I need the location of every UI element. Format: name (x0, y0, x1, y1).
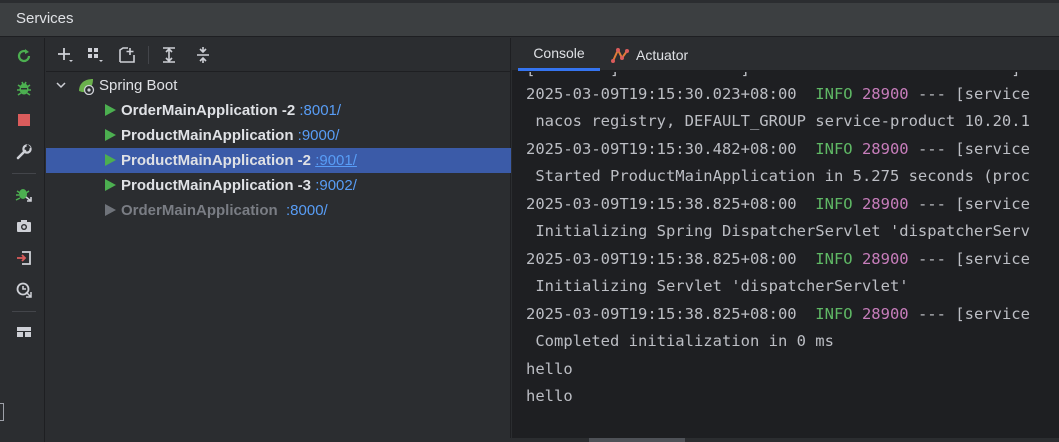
log-line: hello (526, 360, 573, 378)
log-line: hello (526, 387, 573, 405)
port-link[interactable]: :9001/ (315, 152, 357, 169)
rerun-icon[interactable] (13, 45, 35, 67)
log-line: Started ProductMainApplication in 5.275 … (526, 167, 1030, 185)
running-icon (105, 154, 116, 166)
tree-item-product-main-3[interactable]: ProductMainApplication -3 :9002/ (46, 173, 511, 198)
console-output[interactable]: [ ] ] ] 2025-03-09T19:15:30.023+08:00 IN… (512, 72, 1059, 438)
wrench-icon[interactable] (13, 141, 35, 163)
window-title: Services (16, 10, 74, 27)
port-link[interactable]: :9002/ (315, 177, 357, 194)
title-bar: Services (0, 0, 1059, 37)
tree-item-label: OrderMainApplication :8000/ (121, 202, 328, 219)
new-service-icon[interactable] (115, 43, 139, 67)
tree-item-order-main-2[interactable]: OrderMainApplication -2 :8001/ (46, 98, 511, 123)
port-link[interactable]: :9000/ (298, 127, 340, 144)
log-line: 2025-03-09T19:15:38.825+08:00 INFO 28900… (526, 305, 1030, 323)
layout-icon[interactable] (13, 321, 35, 343)
actuator-icon (611, 47, 629, 63)
log-line: 2025-03-09T19:15:38.825+08:00 INFO 28900… (526, 195, 1030, 213)
log-line: 2025-03-09T19:15:38.825+08:00 INFO 28900… (526, 250, 1030, 268)
log-line: Initializing Spring DispatcherServlet 'd… (526, 222, 1030, 240)
console-panel: Console Actuator [ ] ] ] 2025-03-09T19:1… (512, 38, 1059, 438)
tree-item-label: ProductMainApplication -3 :9002/ (121, 177, 357, 194)
add-icon[interactable] (53, 43, 77, 67)
log-line: nacos registry, DEFAULT_GROUP service-pr… (526, 112, 1030, 130)
console-partial-line: [ ] ] ] (526, 72, 1021, 78)
tab-console[interactable]: Console (518, 38, 600, 71)
left-action-bar (0, 38, 45, 442)
chevron-down-icon[interactable] (56, 80, 66, 90)
running-icon (105, 179, 116, 191)
tree-item-label: ProductMainApplication -2 :9001/ (121, 152, 357, 169)
debug-icon[interactable] (13, 77, 35, 99)
port-link[interactable]: :8000/ (286, 202, 328, 219)
tab-actuator-label: Actuator (636, 46, 689, 63)
running-icon (105, 129, 116, 141)
stop-icon[interactable] (13, 109, 35, 131)
group-by-icon[interactable] (83, 43, 107, 67)
tree-item-product-main[interactable]: ProductMainApplication :9000/ (46, 123, 511, 148)
log-line: 2025-03-09T19:15:30.023+08:00 INFO 28900… (526, 85, 1030, 103)
tree-root-spring-boot[interactable]: Spring Boot (46, 73, 511, 98)
not-started-icon (105, 204, 116, 216)
window-edge-handle (0, 403, 4, 421)
console-tabs: Console Actuator (512, 38, 1059, 71)
tab-console-label: Console (533, 45, 585, 61)
tree-item-order-main[interactable]: OrderMainApplication :8000/ (46, 198, 511, 223)
log-line: 2025-03-09T19:15:30.482+08:00 INFO 28900… (526, 140, 1030, 158)
tree-item-label: ProductMainApplication :9000/ (121, 127, 340, 144)
attach-debugger-icon[interactable] (13, 183, 35, 205)
tree-toolbar (46, 38, 511, 72)
spring-boot-icon (79, 79, 95, 95)
sidebar-separator (12, 311, 36, 312)
services-tree-panel: Spring Boot OrderMainApplication -2 :800… (46, 38, 511, 438)
expand-all-icon[interactable] (157, 43, 181, 67)
horizontal-scrollbar[interactable] (46, 438, 1059, 442)
tree-item-product-main-2[interactable]: ProductMainApplication -2 :9001/ (46, 148, 511, 173)
tree-root-label: Spring Boot (99, 77, 178, 94)
log-line: Initializing Servlet 'dispatcherServlet' (526, 277, 909, 295)
profiler-icon[interactable] (13, 279, 35, 301)
login-icon[interactable] (13, 247, 35, 269)
port-link[interactable]: :8001/ (299, 102, 341, 119)
title-top-strip (0, 0, 1059, 3)
camera-icon[interactable] (13, 215, 35, 237)
running-icon (105, 104, 116, 116)
sidebar-separator (12, 173, 36, 174)
scrollbar-thumb[interactable] (589, 438, 685, 442)
log-line: Completed initialization in 0 ms (526, 332, 834, 350)
collapse-all-icon[interactable] (191, 43, 215, 67)
tab-actuator[interactable]: Actuator (610, 38, 702, 71)
toolbar-separator (148, 46, 149, 64)
tree-item-label: OrderMainApplication -2 :8001/ (121, 102, 342, 119)
